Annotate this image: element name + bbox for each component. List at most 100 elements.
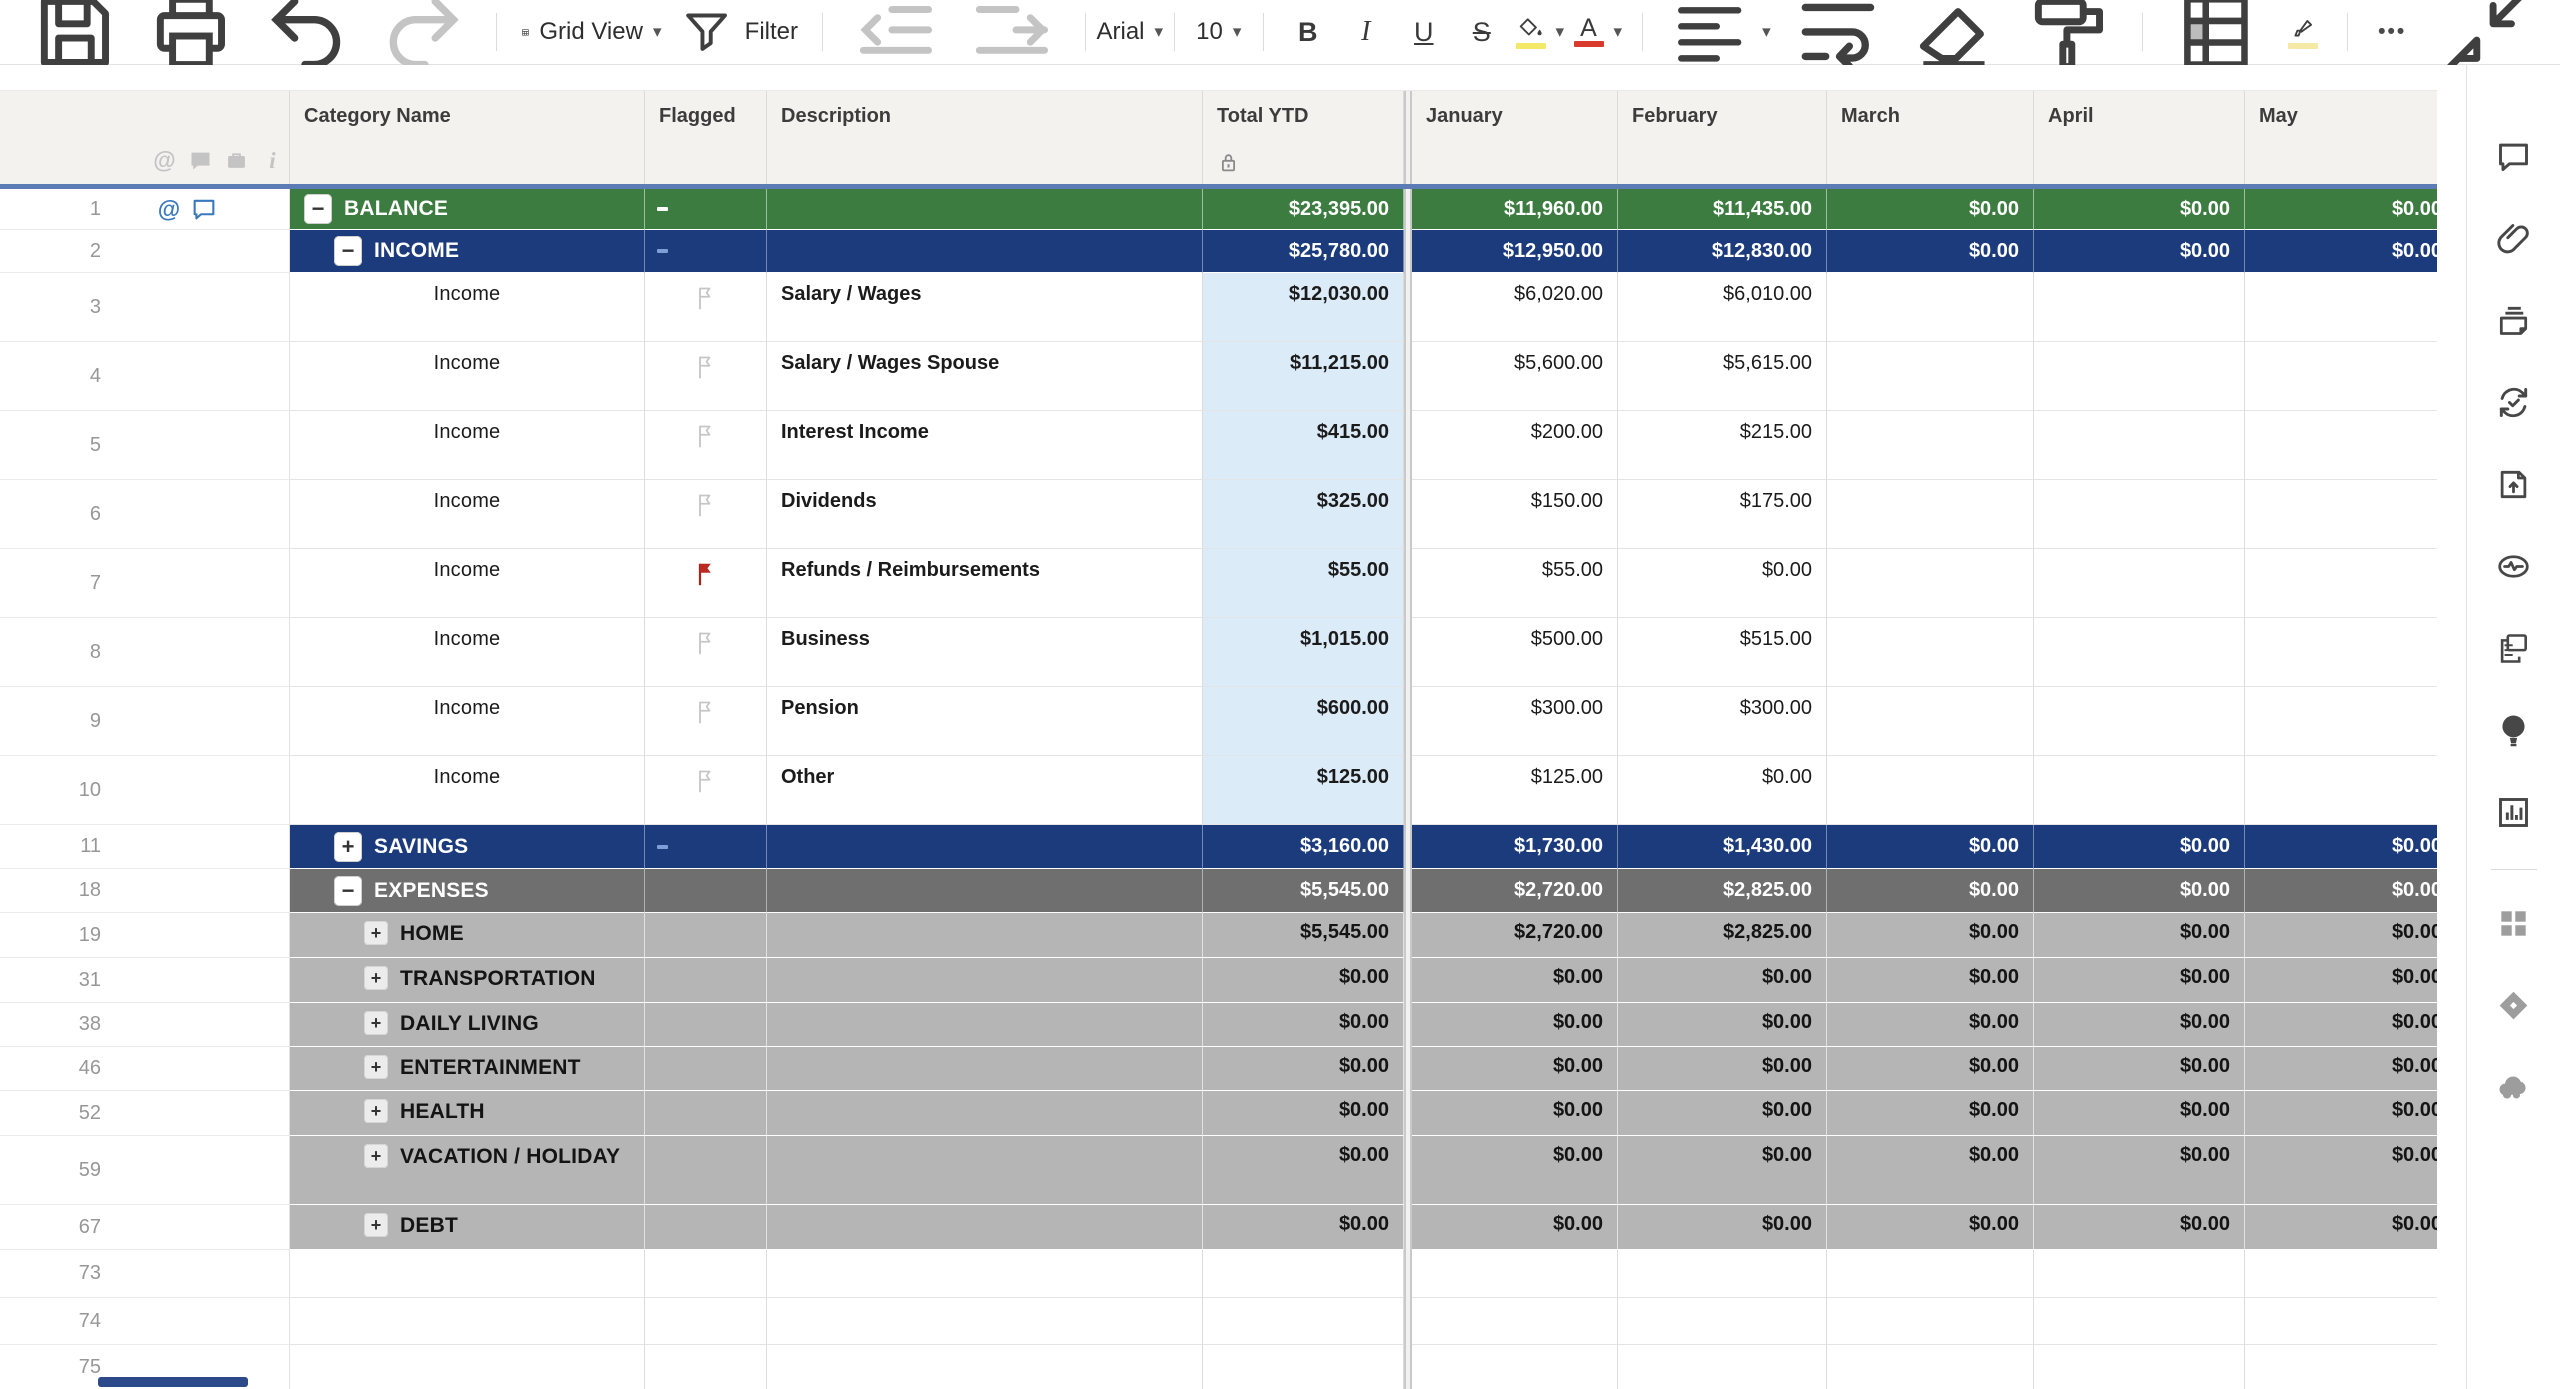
column-header-ytd[interactable]: Total YTD <box>1203 91 1404 184</box>
cell-flagged-row3[interactable] <box>645 273 767 342</box>
column-header-may[interactable]: May <box>2245 91 2437 184</box>
row-number-19[interactable]: 19 <box>0 913 147 958</box>
comment-panel-button[interactable] <box>2484 115 2544 197</box>
cell-total-ytd-row31[interactable]: $0.00 <box>1203 958 1404 1003</box>
cell-may-row4[interactable] <box>2245 342 2437 411</box>
row-number-46[interactable]: 46 <box>0 1047 147 1091</box>
cell-description-row6[interactable]: Dividends <box>767 480 1203 549</box>
cell-jan-row52[interactable]: $0.00 <box>1412 1091 1618 1136</box>
cell-mar-row74[interactable] <box>1827 1298 2034 1345</box>
cell-mar-row19[interactable]: $0.00 <box>1827 913 2034 958</box>
horizontal-scrollbar-thumb[interactable] <box>98 1377 248 1387</box>
cell-feb-row67[interactable]: $0.00 <box>1618 1205 1827 1250</box>
cell-feb-row9[interactable]: $300.00 <box>1618 687 1827 756</box>
cell-description-row5[interactable]: Interest Income <box>767 411 1203 480</box>
cell-jan-row1[interactable]: $11,960.00 <box>1412 189 1618 230</box>
cell-feb-row38[interactable]: $0.00 <box>1618 1003 1827 1047</box>
collapse-row-button[interactable]: − <box>334 236 362 266</box>
cell-apr-row6[interactable] <box>2034 480 2245 549</box>
cell-apr-row52[interactable]: $0.00 <box>2034 1091 2245 1136</box>
collapse-row-button[interactable]: − <box>334 876 362 906</box>
cell-category-row73[interactable] <box>290 1250 645 1298</box>
cell-flagged-row59[interactable] <box>645 1136 767 1205</box>
cell-category-row52[interactable]: +HEALTH <box>290 1091 645 1136</box>
cell-apr-row75[interactable] <box>2034 1345 2245 1389</box>
row-number-9[interactable]: 9 <box>0 687 147 756</box>
strikethrough-button[interactable]: S <box>1456 6 1508 58</box>
cell-category-row5[interactable]: Income <box>290 411 645 480</box>
cell-feb-row19[interactable]: $2,825.00 <box>1618 913 1827 958</box>
view-selector[interactable]: Grid View ▾ <box>515 6 668 58</box>
collapse-toolbar-button[interactable] <box>2430 6 2540 58</box>
cell-total-ytd-row18[interactable]: $5,545.00 <box>1203 869 1404 913</box>
cell-jan-row46[interactable]: $0.00 <box>1412 1047 1618 1091</box>
cell-mar-row75[interactable] <box>1827 1345 2034 1389</box>
clear-format-button[interactable] <box>1899 6 2009 58</box>
row-number-38[interactable]: 38 <box>0 1003 147 1047</box>
cell-total-ytd-row38[interactable]: $0.00 <box>1203 1003 1404 1047</box>
cell-apr-row4[interactable] <box>2034 342 2245 411</box>
column-header-feb[interactable]: February <box>1618 91 1827 184</box>
cell-may-row7[interactable] <box>2245 549 2437 618</box>
cell-category-row6[interactable]: Income <box>290 480 645 549</box>
row-number-52[interactable]: 52 <box>0 1091 147 1136</box>
cell-category-row4[interactable]: Income <box>290 342 645 411</box>
cell-jan-row7[interactable]: $55.00 <box>1412 549 1618 618</box>
cell-apr-row11[interactable]: $0.00 <box>2034 825 2245 869</box>
cell-may-row59[interactable]: $0.00 <box>2245 1136 2437 1205</box>
cell-flagged-row74[interactable] <box>645 1298 767 1345</box>
cell-total-ytd-row73[interactable] <box>1203 1250 1404 1298</box>
cell-jan-row73[interactable] <box>1412 1250 1618 1298</box>
cell-flagged-row19[interactable] <box>645 913 767 958</box>
cell-feb-row7[interactable]: $0.00 <box>1618 549 1827 618</box>
cell-feb-row10[interactable]: $0.00 <box>1618 756 1827 825</box>
cell-total-ytd-row67[interactable]: $0.00 <box>1203 1205 1404 1250</box>
cell-flagged-row9[interactable] <box>645 687 767 756</box>
cell-may-row74[interactable] <box>2245 1298 2437 1345</box>
comment-fill-icon[interactable] <box>187 147 214 174</box>
box-icon[interactable] <box>223 147 250 174</box>
italic-button[interactable]: I <box>1340 6 1392 58</box>
cell-jan-row10[interactable]: $125.00 <box>1412 756 1618 825</box>
cell-flagged-row73[interactable] <box>645 1250 767 1298</box>
cell-mar-row3[interactable] <box>1827 273 2034 342</box>
cell-description-row73[interactable] <box>767 1250 1203 1298</box>
cell-flagged-row38[interactable] <box>645 1003 767 1047</box>
cell-description-row8[interactable]: Business <box>767 618 1203 687</box>
cell-feb-row6[interactable]: $175.00 <box>1618 480 1827 549</box>
column-header-jan[interactable]: January <box>1412 91 1618 184</box>
cell-category-row74[interactable] <box>290 1298 645 1345</box>
cell-category-row8[interactable]: Income <box>290 618 645 687</box>
cell-apr-row46[interactable]: $0.00 <box>2034 1047 2245 1091</box>
cell-flagged-row8[interactable] <box>645 618 767 687</box>
cell-apr-row31[interactable]: $0.00 <box>2034 958 2245 1003</box>
cell-apr-row18[interactable]: $0.00 <box>2034 869 2245 913</box>
redo-button[interactable] <box>368 6 478 58</box>
cell-category-row31[interactable]: +TRANSPORTATION <box>290 958 645 1003</box>
cell-description-row74[interactable] <box>767 1298 1203 1345</box>
cell-description-row11[interactable] <box>767 825 1203 869</box>
cell-jan-row4[interactable]: $5,600.00 <box>1412 342 1618 411</box>
cell-may-row38[interactable]: $0.00 <box>2245 1003 2437 1047</box>
cell-total-ytd-row4[interactable]: $11,215.00 <box>1203 342 1404 411</box>
cell-apr-row73[interactable] <box>2034 1250 2245 1298</box>
cell-flagged-row52[interactable] <box>645 1091 767 1136</box>
cell-description-row67[interactable] <box>767 1205 1203 1250</box>
row-number-2[interactable]: 2 <box>0 230 147 273</box>
cell-mar-row18[interactable]: $0.00 <box>1827 869 2034 913</box>
publish-panel-button[interactable] <box>2484 443 2544 525</box>
cell-flagged-row11[interactable] <box>645 825 767 869</box>
cell-category-row11[interactable]: +SAVINGS <box>290 825 645 869</box>
cell-category-row59[interactable]: +VACATION / HOLIDAY <box>290 1136 645 1205</box>
cell-feb-row11[interactable]: $1,430.00 <box>1618 825 1827 869</box>
cell-description-row9[interactable]: Pension <box>767 687 1203 756</box>
wrap-text-button[interactable] <box>1783 6 1893 58</box>
row-number-1[interactable]: 1 <box>0 189 147 230</box>
cell-mar-row7[interactable] <box>1827 549 2034 618</box>
cell-description-row52[interactable] <box>767 1091 1203 1136</box>
cell-apr-row9[interactable] <box>2034 687 2245 756</box>
cell-jan-row19[interactable]: $2,720.00 <box>1412 913 1618 958</box>
cell-apr-row1[interactable]: $0.00 <box>2034 189 2245 230</box>
cell-may-row5[interactable] <box>2245 411 2437 480</box>
cell-mar-row52[interactable]: $0.00 <box>1827 1091 2034 1136</box>
